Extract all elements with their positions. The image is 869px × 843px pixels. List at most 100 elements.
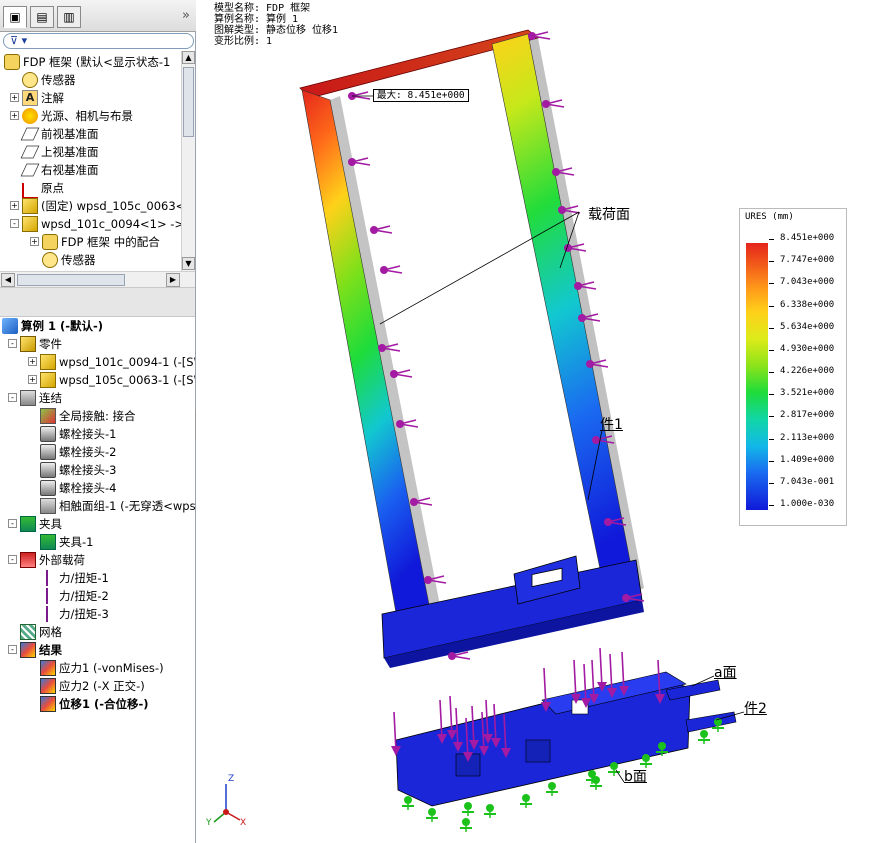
legend-tick-label: 1.000e-030 xyxy=(768,499,835,509)
property-manager-tab[interactable]: ▤ xyxy=(30,6,54,28)
collapse-icon[interactable]: - xyxy=(8,519,17,528)
part2-base xyxy=(395,671,737,807)
expand-icon[interactable]: + xyxy=(28,375,37,384)
mesh-icon xyxy=(20,624,36,640)
tree-item[interactable]: 力/扭矩-2 xyxy=(0,587,195,605)
scroll-thumb[interactable] xyxy=(183,67,194,137)
tree-item[interactable]: 算例 1 (-默认-) xyxy=(0,317,195,335)
tree-item-label: 注解 xyxy=(41,91,64,105)
tree-item-label: FDP 框架 (默认<显示状态-1 xyxy=(23,55,171,69)
tree-item-label: 夹具 xyxy=(39,517,62,531)
scroll-up-icon[interactable]: ▲ xyxy=(182,51,195,64)
feature-tree-hscroll[interactable]: ◀ ▶ xyxy=(0,271,195,287)
tree-item[interactable]: 螺栓接头-1 xyxy=(0,425,195,443)
tree-item-label: 力/扭矩-1 xyxy=(59,571,109,585)
tree-item[interactable]: + wpsd_105c_0063-1 (-[SW] xyxy=(0,371,195,389)
load-arrow-icon xyxy=(380,265,403,274)
feature-manager-tab[interactable]: ▣ xyxy=(3,6,27,28)
filter-dropdown-icon: ▾ xyxy=(21,34,28,47)
tree-item[interactable]: - 零件 xyxy=(0,335,195,353)
manager-tabs: ▣ ▤ ▥ » xyxy=(0,0,196,32)
tree-item[interactable]: + FDP 框架 中的配合 xyxy=(0,233,181,251)
tree-item[interactable]: + 光源、相机与布景 xyxy=(0,107,181,125)
tree-item[interactable]: 前视基准面 xyxy=(0,125,181,143)
tree-item-label: 结果 xyxy=(39,643,62,657)
part2-label: 件2 xyxy=(744,701,767,717)
collapse-icon[interactable]: - xyxy=(8,645,17,654)
tree-item-label: 全局接触: 接合 xyxy=(59,409,136,423)
tree-item[interactable]: 相触面组-1 (-无穿透<wps xyxy=(0,497,195,515)
tree-item[interactable]: 上视基准面 xyxy=(0,143,181,161)
tree-item-label: wpsd_101c_0094<1> -> xyxy=(41,217,181,231)
tree-item[interactable]: 夹具-1 xyxy=(0,533,195,551)
tree-item[interactable]: 应力2 (-X 正交-) xyxy=(0,677,195,695)
tree-item[interactable]: - 连结 xyxy=(0,389,195,407)
tree-item[interactable]: 力/扭矩-3 xyxy=(0,605,195,623)
scroll-down-icon[interactable]: ▼ xyxy=(182,257,195,270)
bolt-icon xyxy=(40,426,56,442)
collapse-icon[interactable]: - xyxy=(8,393,17,402)
tree-item[interactable]: 应力1 (-vonMises-) xyxy=(0,659,195,677)
collapse-icon[interactable]: - xyxy=(10,219,19,228)
tree-item[interactable]: 螺栓接头-3 xyxy=(0,461,195,479)
mates-icon xyxy=(42,234,58,250)
tree-item[interactable]: 右视基准面 xyxy=(0,161,181,179)
result-plot-icon xyxy=(40,696,56,712)
hscroll-thumb[interactable] xyxy=(17,274,125,286)
collapse-chevron-icon[interactable]: » xyxy=(182,8,190,23)
tree-item[interactable]: 力/扭矩-1 xyxy=(0,569,195,587)
face-b-label: b面 xyxy=(624,769,647,785)
expand-icon[interactable]: + xyxy=(10,111,19,120)
legend-title: URES (mm) xyxy=(745,212,794,222)
light-icon xyxy=(22,108,38,124)
tree-item-label: 上视基准面 xyxy=(41,145,99,159)
fixture-icon xyxy=(462,802,474,816)
collapse-icon[interactable]: - xyxy=(8,555,17,564)
property-icon: ▤ xyxy=(36,10,48,24)
tree-item[interactable]: 传感器 xyxy=(0,251,181,269)
tree-item[interactable]: 螺栓接头-4 xyxy=(0,479,195,497)
expand-icon[interactable]: + xyxy=(30,237,39,246)
configuration-manager-tab[interactable]: ▥ xyxy=(57,6,81,28)
pane-splitter[interactable] xyxy=(0,287,195,317)
feature-manager-pane: ▣ ▤ ▥ » ⊽ ▾ FDP 框架 (默认<显示状态-1 传感器 + A 注解 + 光源、… xyxy=(0,0,196,843)
tree-item[interactable]: 位移1 (-合位移-) xyxy=(0,695,195,713)
expand-icon[interactable]: + xyxy=(28,357,37,366)
tree-item-label: 相触面组-1 (-无穿透<wps xyxy=(59,499,195,513)
info-deform-scale: 变形比例: 1 xyxy=(214,36,273,47)
expand-icon[interactable]: + xyxy=(10,93,19,102)
tree-item[interactable]: - 结果 xyxy=(0,641,195,659)
fixture-icon xyxy=(460,818,472,832)
scroll-right-icon[interactable]: ▶ xyxy=(166,273,180,287)
study-icon xyxy=(2,318,18,334)
tree-item[interactable]: - 夹具 xyxy=(0,515,195,533)
tree-item[interactable]: 全局接触: 接合 xyxy=(0,407,195,425)
tree-item-label: 夹具-1 xyxy=(59,535,94,549)
tree-item[interactable]: - 外部载荷 xyxy=(0,551,195,569)
tree-item[interactable]: FDP 框架 (默认<显示状态-1 xyxy=(0,53,181,71)
tree-item[interactable]: - wpsd_101c_0094<1> -> xyxy=(0,215,181,233)
load-arrow-icon xyxy=(410,497,433,506)
collapse-icon[interactable]: - xyxy=(8,339,17,348)
tree-item-label: 力/扭矩-3 xyxy=(59,607,109,621)
expand-icon[interactable]: + xyxy=(10,201,19,210)
model-info-block: 模型名称: FDP 框架 算例名称: 算例 1 图解类型: 静态位移 位移1 变… xyxy=(214,3,338,47)
tree-item-label: 网格 xyxy=(39,625,62,639)
tree-item-label: FDP 框架 中的配合 xyxy=(61,235,160,249)
tree-item-label: 算例 1 (-默认-) xyxy=(21,319,104,333)
tree-item[interactable]: 原点 xyxy=(0,179,181,199)
result-color-legend[interactable]: URES (mm) 8.451e+000 7.747e+000 7.043e+000… xyxy=(739,208,847,526)
bolt-icon xyxy=(40,480,56,496)
graphics-viewport[interactable]: 模型名称: FDP 框架 算例名称: 算例 1 图解类型: 静态位移 位移1 变… xyxy=(196,0,869,843)
tree-item[interactable]: + (固定) wpsd_105c_0063<1 xyxy=(0,197,181,215)
feature-tree-vscroll[interactable]: ▲ ▼ xyxy=(181,51,195,271)
tree-item[interactable]: + A 注解 xyxy=(0,89,181,107)
tree-item-label: 螺栓接头-4 xyxy=(59,481,117,495)
tree-filter-input[interactable]: ⊽ ▾ xyxy=(3,33,194,49)
tree-item[interactable]: 螺栓接头-2 xyxy=(0,443,195,461)
tree-item[interactable]: 传感器 xyxy=(0,71,181,89)
tree-item[interactable]: 网格 xyxy=(0,623,195,641)
max-value-callout[interactable]: 最大: 8.451e+000 xyxy=(373,89,469,102)
tree-item[interactable]: + wpsd_101c_0094-1 (-[SW] xyxy=(0,353,195,371)
scroll-left-icon[interactable]: ◀ xyxy=(1,273,15,287)
